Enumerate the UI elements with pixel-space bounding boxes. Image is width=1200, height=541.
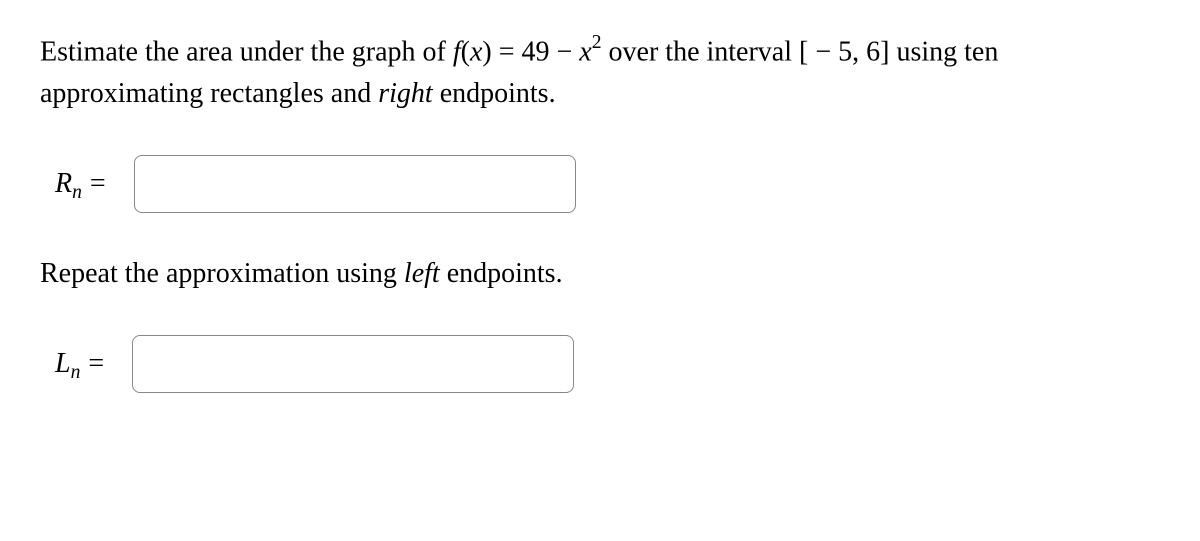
right-word: right	[378, 78, 432, 109]
var2: x	[579, 36, 591, 67]
question-text: Estimate the area under the graph of f(x…	[40, 30, 1160, 115]
func-open: (	[461, 36, 470, 67]
interval-b: 6	[866, 36, 880, 67]
interval-open: [	[799, 36, 808, 67]
ln-sub: n	[71, 358, 81, 387]
rn-equals: =	[90, 163, 106, 205]
question-part1: Estimate the area under the graph of	[40, 36, 453, 67]
rn-input[interactable]	[134, 155, 576, 213]
ln-row: Ln =	[55, 335, 1160, 393]
func-close: )	[482, 36, 491, 67]
followup-part1: Repeat the approximation using	[40, 258, 404, 289]
question-part4: endpoints.	[433, 78, 556, 109]
interval-comma: ,	[852, 36, 866, 67]
const1: 49	[522, 36, 550, 67]
ln-label: Ln =	[55, 343, 112, 385]
rn-letter: R	[55, 163, 72, 205]
rn-label: Rn =	[55, 163, 114, 205]
func-var: x	[470, 36, 482, 67]
interval-a: 5	[838, 36, 852, 67]
minus: −	[550, 36, 580, 67]
func-f: f	[453, 36, 461, 67]
exp2: 2	[592, 32, 602, 53]
rn-row: Rn =	[55, 155, 1160, 213]
ln-input[interactable]	[132, 335, 574, 393]
interval-neg: −	[808, 36, 838, 67]
question-part2: over the interval	[602, 36, 799, 67]
rn-sub: n	[72, 178, 82, 207]
ln-equals: =	[88, 343, 104, 385]
followup-text: Repeat the approximation using left endp…	[40, 253, 1160, 295]
left-word: left	[404, 258, 440, 289]
ln-letter: L	[55, 343, 71, 385]
eq: =	[492, 36, 522, 67]
followup-part2: endpoints.	[440, 258, 563, 289]
